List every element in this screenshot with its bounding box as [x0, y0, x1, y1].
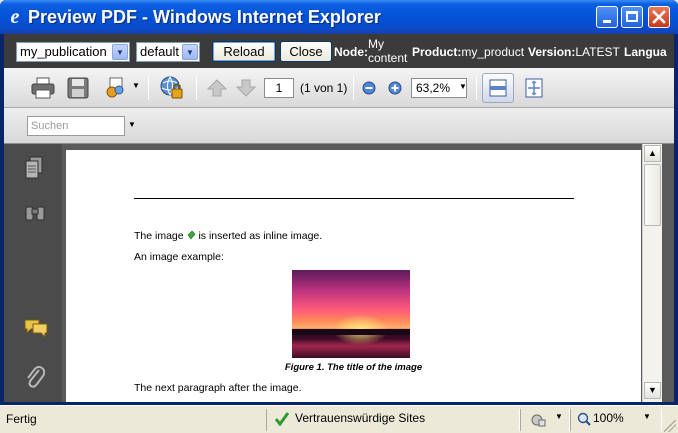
chevron-down-icon[interactable]: ▼ — [459, 82, 467, 91]
status-bar: Fertig Vertrauenswürdige Sites ▼ 100% ▼ — [0, 405, 678, 433]
pdf-search-toolbar: Suchen ▼ — [4, 108, 674, 144]
previous-page-icon[interactable] — [207, 79, 227, 97]
inline-image-icon — [187, 230, 195, 240]
pdf-page: The image is inserted as inline image. A… — [66, 150, 641, 402]
status-text: Fertig — [6, 412, 37, 426]
reload-button[interactable]: Reload — [212, 41, 276, 62]
figure-caption: Figure 1. The title of the image — [284, 362, 423, 373]
pdf-navigation-sidebar — [4, 144, 62, 402]
toolbar-divider — [476, 76, 477, 100]
binoculars-icon[interactable] — [24, 204, 46, 222]
page-number-input[interactable]: 1 — [264, 78, 294, 98]
maximize-button[interactable] — [621, 6, 643, 28]
protected-mode-panel[interactable]: ▼ — [520, 409, 570, 431]
page-count: (1 von 1) — [300, 81, 348, 95]
node-value-line2: content — [368, 51, 408, 65]
pdf-main-toolbar: ▼ 1 (1 von 1) 63,2% ▼ — [4, 68, 674, 108]
language-select[interactable]: default ▼ — [136, 42, 200, 62]
print-icon[interactable] — [31, 77, 55, 99]
version-value: LATEST — [575, 45, 620, 59]
maximize-icon — [626, 11, 638, 22]
header-rule — [134, 198, 574, 199]
chevron-down-icon: ▼ — [112, 44, 128, 60]
zoom-level: 100% — [593, 411, 624, 425]
checkmark-icon — [275, 412, 289, 426]
collaborate-icon[interactable] — [104, 76, 126, 100]
zoom-value: 63,2% — [416, 81, 451, 95]
publication-select-value: my_publication — [20, 44, 107, 59]
pdf-viewer: ▼ 1 (1 von 1) 63,2% ▼ Suchen ▼ The image… — [4, 68, 674, 402]
minimize-icon — [603, 20, 611, 23]
toolbar-divider — [148, 76, 149, 100]
popup-blocker-icon — [531, 414, 546, 427]
zoom-out-icon[interactable] — [362, 81, 376, 95]
magnifier-icon — [577, 412, 591, 426]
node-value: My content — [368, 37, 407, 71]
paperclip-icon[interactable] — [25, 364, 45, 388]
minimize-button[interactable] — [596, 6, 618, 28]
chevron-down-icon[interactable]: ▼ — [132, 81, 140, 90]
comments-icon[interactable] — [24, 318, 48, 338]
version-label: Version: — [528, 45, 576, 59]
text-after-inline-image: is inserted as inline image. — [195, 230, 323, 242]
pdf-document-area[interactable]: The image is inserted as inline image. A… — [62, 144, 660, 402]
toolbar-divider — [196, 76, 197, 100]
secure-globe-icon[interactable] — [159, 75, 185, 101]
text-before-inline-image: The image — [134, 230, 187, 242]
search-input[interactable]: Suchen — [27, 116, 125, 136]
node-value-line1: My — [368, 37, 384, 51]
publication-select[interactable]: my_publication ▼ — [16, 42, 130, 62]
product-value: my_product — [461, 45, 525, 59]
chevron-down-icon[interactable]: ▼ — [128, 120, 136, 129]
security-zone-label: Vertrauenswürdige Sites — [295, 411, 426, 425]
close-button[interactable]: Close — [280, 41, 332, 62]
window-title: Preview PDF - Windows Internet Explorer — [28, 7, 381, 27]
pages-panel-icon[interactable] — [24, 156, 44, 180]
preview-header-bar: my_publication ▼ default ▼ Reload Close … — [4, 34, 674, 68]
security-zone-panel[interactable]: Vertrauenswürdige Sites — [266, 409, 520, 431]
paragraph-image-example: An image example: — [134, 251, 224, 263]
chevron-down-icon[interactable]: ▼ — [643, 412, 651, 421]
close-window-button[interactable] — [648, 6, 670, 28]
chevron-down-icon[interactable]: ▼ — [555, 412, 563, 421]
chevron-down-icon: ▼ — [182, 44, 198, 60]
title-bar[interactable]: e Preview PDF - Windows Internet Explore… — [0, 0, 678, 34]
scrollbar-thumb[interactable] — [644, 164, 661, 226]
save-icon[interactable] — [67, 77, 89, 99]
paragraph-next: The next paragraph after the image. — [134, 382, 302, 394]
sunset-image — [292, 270, 410, 358]
zoom-in-icon[interactable] — [388, 81, 402, 95]
language-select-value: default — [140, 44, 180, 59]
product-label: Product: — [412, 45, 462, 59]
close-icon — [652, 10, 666, 24]
vertical-scrollbar[interactable]: ▲ ▼ — [642, 144, 662, 402]
paragraph-inline-image: The image is inserted as inline image. — [134, 230, 322, 242]
zoom-panel[interactable]: 100% ▼ — [570, 409, 662, 431]
resize-grip[interactable] — [664, 420, 676, 432]
fit-width-button[interactable] — [482, 73, 514, 103]
language-label: Langua — [624, 45, 667, 59]
ie-window: e Preview PDF - Windows Internet Explore… — [0, 0, 678, 433]
fit-page-icon[interactable] — [523, 77, 545, 99]
fit-width-icon — [489, 79, 507, 97]
ie-logo-icon: e — [10, 6, 20, 28]
next-page-icon[interactable] — [236, 79, 256, 97]
toolbar-divider — [353, 76, 354, 100]
scroll-up-button[interactable]: ▲ — [644, 145, 661, 162]
scroll-down-button[interactable]: ▼ — [644, 382, 661, 399]
